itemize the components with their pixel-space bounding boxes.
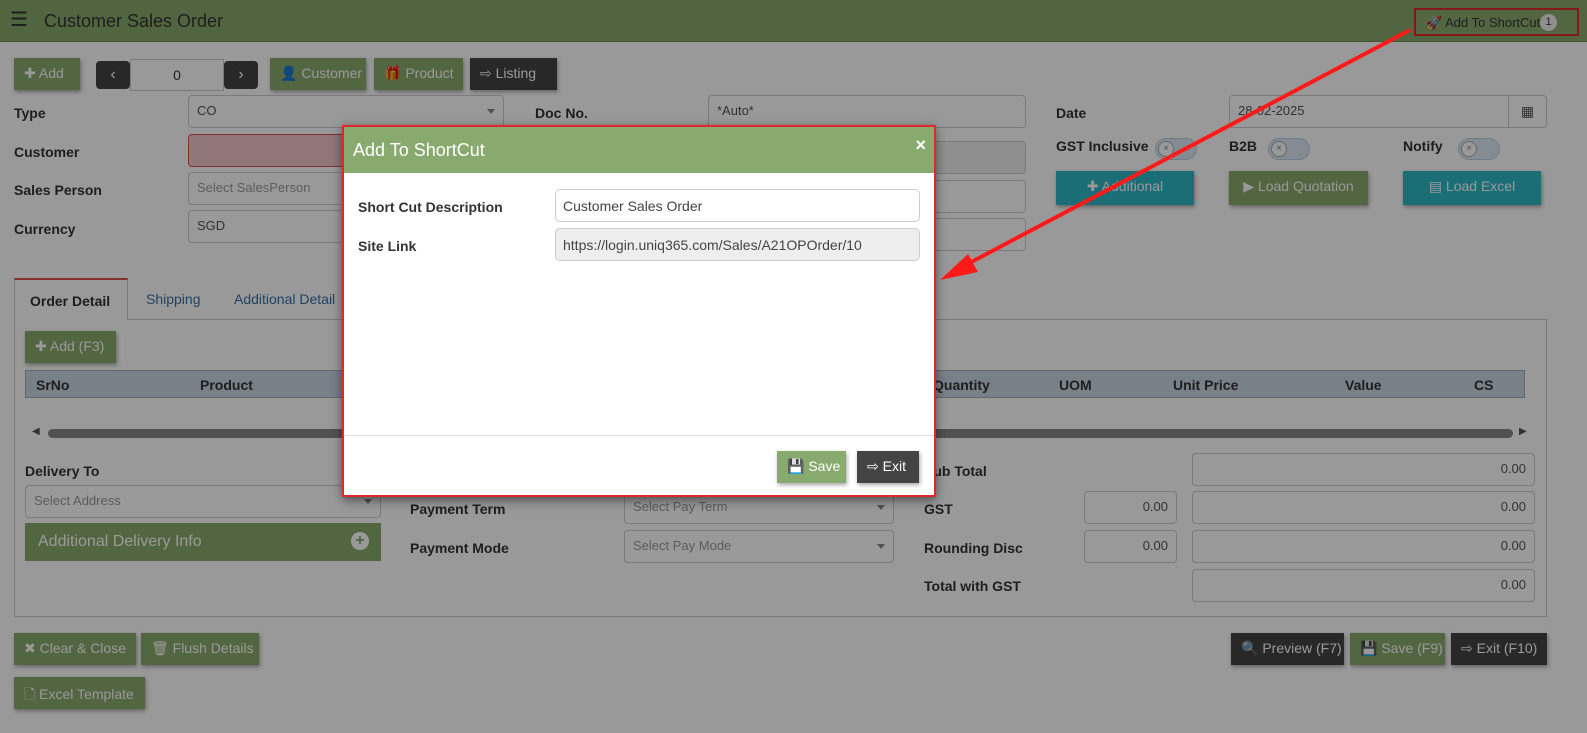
sign-out-icon: ⇨: [867, 458, 879, 474]
dialog-save-button[interactable]: 💾 Save: [777, 451, 846, 483]
dialog-exit-label: Exit: [882, 458, 906, 474]
dialog-save-label: Save: [808, 458, 841, 474]
close-icon[interactable]: ×: [915, 135, 926, 156]
shortcut-description-label: Short Cut Description: [358, 199, 503, 215]
add-to-shortcut-dialog: Add To ShortCut × Short Cut Description …: [342, 125, 936, 497]
dialog-title: Add To ShortCut: [353, 140, 485, 160]
site-link-input[interactable]: https://login.uniq365.com/Sales/A21OPOrd…: [555, 228, 920, 261]
dialog-exit-button[interactable]: ⇨ Exit: [857, 451, 919, 483]
site-link-label: Site Link: [358, 238, 417, 254]
shortcut-description-input[interactable]: Customer Sales Order: [555, 189, 920, 222]
dialog-footer-divider: [344, 435, 934, 436]
dialog-header: Add To ShortCut ×: [344, 127, 934, 173]
floppy-icon: 💾: [787, 458, 805, 474]
